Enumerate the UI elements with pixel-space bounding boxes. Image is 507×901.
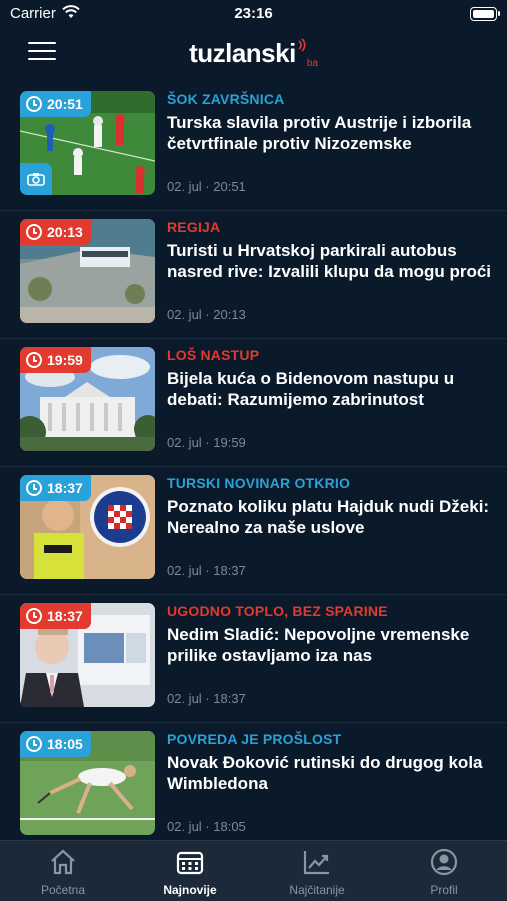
clock-icon bbox=[26, 96, 42, 112]
article-title[interactable]: Turisti u Hrvatskoj parkirali autobus na… bbox=[167, 240, 492, 282]
article-item[interactable]: 18:37 TURSKI NOVINAR OTKRIO Poznato koli… bbox=[0, 466, 507, 595]
article-thumbnail: 20:51 bbox=[20, 91, 155, 195]
profile-icon bbox=[430, 848, 458, 876]
article-category: POVREDA JE PROŠLOST bbox=[167, 731, 342, 747]
article-meta: 02. jul · 18:37 bbox=[167, 563, 246, 578]
article-title[interactable]: Novak Đoković rutinski do drugog kola Wi… bbox=[167, 752, 492, 794]
tab-latest[interactable]: Najnovije bbox=[127, 841, 253, 901]
article-meta: 02. jul · 20:51 bbox=[167, 179, 246, 194]
tab-profile[interactable]: Profil bbox=[381, 841, 507, 901]
app-header: tuzlanski ba bbox=[0, 28, 507, 80]
camera-icon bbox=[20, 163, 52, 195]
calendar-icon bbox=[176, 851, 204, 875]
article-title[interactable]: Poznato koliku platu Hajduk nudi Džeki: … bbox=[167, 496, 492, 538]
tab-bar: Početna Najnovije Najčitanije Profil bbox=[0, 840, 507, 901]
article-item[interactable]: 20:13 REGIJA Turisti u Hrvatskoj parkira… bbox=[0, 210, 507, 339]
tab-label: Početna bbox=[40, 883, 86, 897]
article-category: ŠOK ZAVRŠNICA bbox=[167, 91, 285, 107]
article-time-badge: 20:13 bbox=[20, 219, 91, 245]
article-item[interactable]: 19:59 LOŠ NASTUP Bijela kuća o Bidenovom… bbox=[0, 338, 507, 467]
article-item[interactable]: 18:05 POVREDA JE PROŠLOST Novak Đoković … bbox=[0, 722, 507, 840]
news-feed[interactable]: 20:51 ŠOK ZAVRŠNICA Turska slavila proti… bbox=[0, 82, 507, 840]
clock-icon bbox=[26, 352, 42, 368]
tab-most-read[interactable]: Najčitanije bbox=[254, 841, 380, 901]
clock-icon bbox=[26, 480, 42, 496]
logo-text: tuzlanski bbox=[189, 38, 296, 68]
article-time-badge: 18:37 bbox=[20, 475, 91, 501]
article-category: LOŠ NASTUP bbox=[167, 347, 260, 363]
article-title[interactable]: Nedim Sladić: Nepovoljne vremenske prili… bbox=[167, 624, 492, 666]
article-meta: 02. jul · 18:37 bbox=[167, 691, 246, 706]
article-category: TURSKI NOVINAR OTKRIO bbox=[167, 475, 351, 491]
article-meta: 02. jul · 19:59 bbox=[167, 435, 246, 450]
tab-label: Najčitanije bbox=[289, 883, 345, 897]
article-time: 19:59 bbox=[47, 352, 83, 368]
article-time-badge: 18:05 bbox=[20, 731, 91, 757]
article-thumbnail: 19:59 bbox=[20, 347, 155, 451]
article-time: 18:05 bbox=[47, 736, 83, 752]
article-title[interactable]: Bijela kuća o Bidenovom nastupu u debati… bbox=[167, 368, 492, 410]
article-time-badge: 19:59 bbox=[20, 347, 91, 373]
tab-label: Profil bbox=[430, 883, 458, 897]
battery-icon bbox=[470, 7, 500, 21]
article-time: 18:37 bbox=[47, 608, 83, 624]
tab-label: Najnovije bbox=[163, 883, 217, 897]
trending-chart-icon bbox=[303, 851, 329, 875]
article-meta: 02. jul · 18:05 bbox=[167, 819, 246, 834]
logo-suffix: ba bbox=[306, 58, 318, 69]
status-bar: Carrier 23:16 bbox=[0, 0, 507, 28]
broadcast-icon bbox=[298, 38, 306, 52]
article-category: UGODNO TOPLO, BEZ SPARINE bbox=[167, 603, 388, 619]
article-thumbnail: 18:37 bbox=[20, 603, 155, 707]
app-logo: tuzlanski ba bbox=[0, 38, 507, 69]
article-item[interactable]: 20:51 ŠOK ZAVRŠNICA Turska slavila proti… bbox=[0, 82, 507, 211]
tab-home[interactable]: Početna bbox=[0, 841, 126, 901]
status-time: 23:16 bbox=[234, 5, 273, 22]
article-time: 18:37 bbox=[47, 480, 83, 496]
clock-icon bbox=[26, 736, 42, 752]
article-time: 20:13 bbox=[47, 224, 83, 240]
article-thumbnail: 18:37 bbox=[20, 475, 155, 579]
article-meta: 02. jul · 20:13 bbox=[167, 307, 246, 322]
article-item[interactable]: 18:37 UGODNO TOPLO, BEZ SPARINE Nedim Sl… bbox=[0, 594, 507, 723]
home-icon bbox=[51, 849, 75, 875]
clock-icon bbox=[26, 224, 42, 240]
article-time: 20:51 bbox=[47, 96, 83, 112]
article-category: REGIJA bbox=[167, 219, 221, 235]
article-thumbnail: 20:13 bbox=[20, 219, 155, 323]
article-time-badge: 20:51 bbox=[20, 91, 91, 117]
article-time-badge: 18:37 bbox=[20, 603, 91, 629]
clock-icon bbox=[26, 608, 42, 624]
article-thumbnail: 18:05 bbox=[20, 731, 155, 835]
article-title[interactable]: Turska slavila protiv Austrije i izboril… bbox=[167, 112, 492, 154]
